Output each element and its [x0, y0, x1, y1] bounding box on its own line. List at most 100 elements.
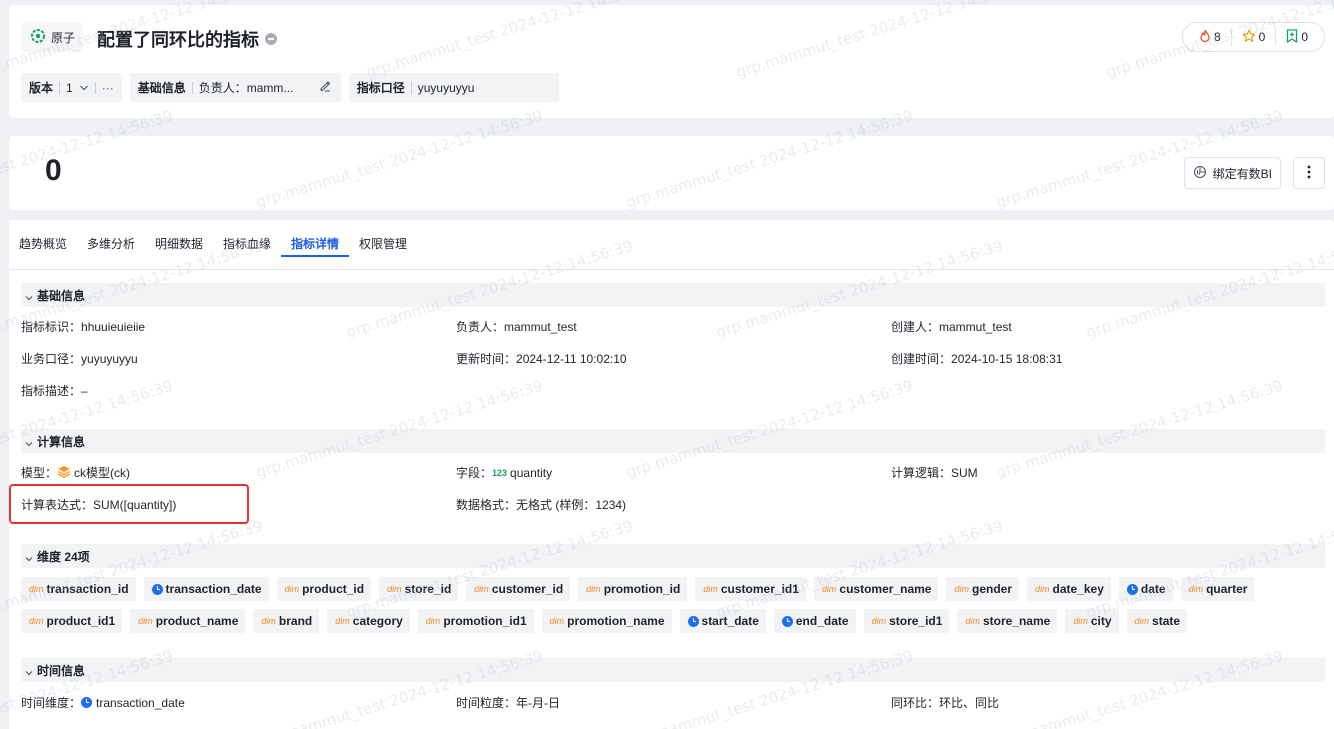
- field-value: yuyuyuyyu: [81, 351, 138, 366]
- calc-section-header[interactable]: 计算信息: [21, 429, 1325, 453]
- tab-lineage[interactable]: 指标血缘: [223, 235, 271, 252]
- basic-info-label: 基础信息: [137, 81, 186, 95]
- divider: [410, 81, 412, 94]
- subscribe-counter[interactable]: 0: [1275, 28, 1318, 46]
- dimension-chip[interactable]: date: [1118, 577, 1173, 601]
- dimension-chip[interactable]: dim state: [1126, 609, 1188, 633]
- basic-info-chip: 基础信息 负责人： mamm...: [129, 73, 341, 102]
- dimension-chip[interactable]: dim product_name: [130, 609, 246, 633]
- dimension-label: promotion_name: [567, 614, 665, 628]
- dim-type-icon: dim: [1188, 584, 1204, 594]
- caliber-chip: 指标口径 yuyuyuyyu: [348, 73, 559, 102]
- chevron-down-icon: [25, 291, 33, 301]
- clock-icon: [151, 583, 163, 595]
- dimension-label: promotion_id: [603, 582, 681, 596]
- dimension-chip[interactable]: dim quarter: [1180, 577, 1255, 601]
- dimension-chip[interactable]: transaction_date: [143, 577, 269, 601]
- active-tab-indicator: [281, 255, 349, 257]
- dimension-chip[interactable]: dim promotion_id1: [417, 609, 534, 633]
- field-value: SUM([quantity]): [93, 497, 177, 512]
- version-value: 1: [66, 80, 73, 95]
- dimension-chip[interactable]: dim customer_name: [813, 577, 939, 601]
- field-label: 时间维度：: [21, 696, 82, 710]
- dimension-chip[interactable]: dim product_id: [276, 577, 372, 601]
- dimension-chip[interactable]: dim date_key: [1027, 577, 1111, 601]
- data-format-field: 数据格式： 无格式 (样例：1234): [456, 496, 626, 513]
- metric-id-field: 指标标识： hhuuieuieiie: [21, 318, 145, 335]
- numeric-type-icon: 123: [492, 467, 508, 478]
- hot-counter[interactable]: 8: [1189, 28, 1231, 46]
- basic-section-title: 基础信息: [37, 288, 86, 303]
- dimension-chip[interactable]: dim promotion_id: [578, 577, 688, 601]
- dim-type-icon: dim: [1073, 616, 1088, 626]
- clock-icon: [1126, 583, 1138, 595]
- dimension-chip[interactable]: dim store_id: [379, 577, 459, 601]
- dimension-label: transaction_date: [165, 582, 262, 596]
- field-value: SUM: [951, 465, 978, 480]
- dimension-chip[interactable]: dim store_id1: [863, 609, 950, 633]
- atom-icon: [31, 28, 45, 46]
- dimension-label: customer_id1: [720, 582, 799, 596]
- more-actions-button[interactable]: [1293, 157, 1325, 189]
- dimension-chip[interactable]: dim category: [327, 609, 410, 633]
- dimension-label: store_name: [982, 614, 1051, 628]
- favorite-counter[interactable]: 0: [1230, 28, 1276, 46]
- tab-detail-data[interactable]: 明细数据: [155, 235, 203, 252]
- dimension-row: dim product_id1 dim product_name dim brand dim…: [21, 609, 1325, 633]
- dimension-label: product_name: [155, 614, 239, 628]
- dimension-chip[interactable]: start_date: [679, 609, 766, 633]
- tab-metric-detail[interactable]: 指标详情: [291, 235, 339, 252]
- hot-count: 8: [1213, 30, 1221, 44]
- more-vertical-icon: [1307, 165, 1311, 182]
- tab-permissions[interactable]: 权限管理: [359, 235, 407, 252]
- time-grain-field: 时间粒度： 年-月-日: [456, 694, 560, 711]
- dimension-chip[interactable]: dim gender: [946, 577, 1019, 601]
- dimension-chip[interactable]: dim promotion_name: [541, 609, 672, 633]
- tab-multidim[interactable]: 多维分析: [87, 235, 135, 252]
- basic-section-header[interactable]: 基础信息: [21, 283, 1325, 307]
- business-caliber-field: 业务口径： yuyuyuyyu: [21, 350, 138, 367]
- divider: [59, 81, 61, 94]
- dimension-section-title: 维度 24项: [37, 549, 90, 564]
- tab-trend[interactable]: 趋势概览: [19, 235, 67, 252]
- dimension-label: gender: [971, 582, 1012, 596]
- dimension-chip[interactable]: dim transaction_id: [21, 577, 136, 601]
- owner-value: mamm...: [246, 80, 294, 95]
- field-value: 无格式 (样例：1234): [516, 498, 627, 512]
- dimension-chip[interactable]: dim store_name: [957, 609, 1058, 633]
- dim-type-icon: dim: [954, 584, 969, 594]
- field-label: 更新时间：: [456, 352, 517, 366]
- field-label: 时间粒度：: [456, 696, 517, 710]
- time-section-header[interactable]: 时间信息: [21, 658, 1325, 682]
- dimension-chip[interactable]: dim brand: [253, 609, 320, 633]
- dim-type-icon: dim: [549, 616, 565, 626]
- dimension-label: store_id1: [889, 614, 943, 628]
- dim-type-icon: dim: [425, 616, 441, 626]
- more-versions-button[interactable]: ···: [102, 81, 114, 95]
- clock-icon: [687, 615, 699, 627]
- source-field-field: 字段： 123 quantity: [456, 464, 552, 481]
- dimension-chip[interactable]: dim city: [1065, 609, 1119, 633]
- type-label: 原子: [51, 30, 76, 45]
- clock-icon: [81, 697, 93, 708]
- chevron-down-icon: [25, 437, 33, 447]
- field-label: 业务口径：: [21, 352, 82, 366]
- field-label: 指标描述：: [21, 384, 82, 398]
- caliber-value: yuyuyuyyu: [417, 80, 475, 95]
- star-icon: [1242, 29, 1256, 46]
- dim-type-icon: dim: [1134, 616, 1150, 626]
- version-select[interactable]: 版本 1 ···: [21, 73, 122, 102]
- chevron-down-icon: [25, 552, 33, 562]
- title-text: 配置了同环比的指标: [97, 30, 259, 50]
- status-minus-icon: [265, 33, 277, 45]
- bookmark-plus-icon: [1286, 28, 1298, 46]
- dimension-section-header[interactable]: 维度 24项: [21, 544, 1325, 568]
- bind-bi-button[interactable]: 绑定有数BI: [1183, 157, 1281, 189]
- calc-section-title: 计算信息: [37, 434, 86, 449]
- dimension-chip[interactable]: end_date: [773, 609, 856, 633]
- dimension-chip[interactable]: dim product_id1: [21, 609, 123, 633]
- edit-icon[interactable]: [319, 80, 331, 95]
- dimension-chip[interactable]: dim customer_id: [466, 577, 571, 601]
- field-label: 创建时间：: [891, 352, 952, 366]
- dimension-chip[interactable]: dim customer_id1: [695, 577, 806, 601]
